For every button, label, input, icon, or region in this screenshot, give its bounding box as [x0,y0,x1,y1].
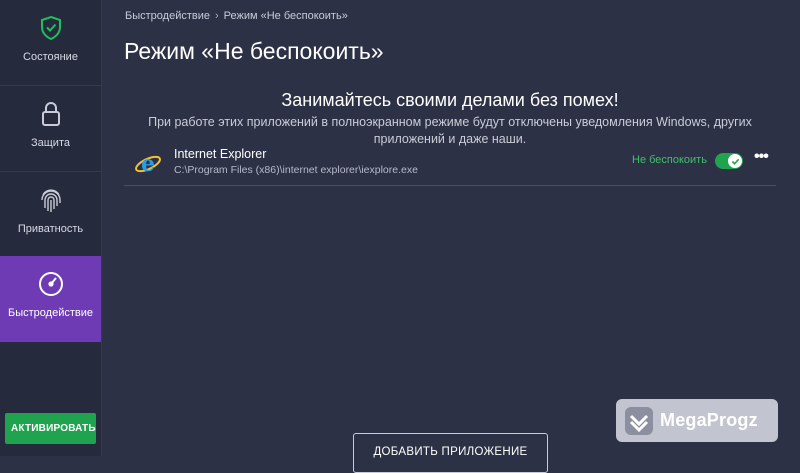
breadcrumb: Быстродействие › Режим «Не беспокоить» [125,10,348,22]
sidebar-item-performance[interactable]: Быстродействие [0,256,101,342]
svg-text:e: e [141,151,155,177]
lock-icon [37,100,65,128]
fingerprint-icon [37,186,65,214]
dnd-toggle[interactable] [715,153,743,169]
sidebar-item-label: Быстродействие [8,307,93,319]
sidebar-item-status[interactable]: Состояние [0,0,101,86]
add-app-button[interactable]: ДОБАВИТЬ ПРИЛОЖЕНИЕ [353,433,548,473]
check-icon [728,154,742,168]
page-title: Режим «Не беспокоить» [124,38,384,64]
shield-check-icon [37,14,65,42]
sidebar: Состояние Защита Приватность Быстродейст… [0,0,102,456]
sidebar-item-label: Защита [31,137,70,149]
sidebar-item-label: Приватность [17,223,84,235]
headline: Занимайтесь своими делами без помех! [281,90,619,110]
megaprogz-logo-icon [624,406,654,436]
watermark: MegaProgz [616,399,778,442]
speedometer-icon [37,270,65,298]
watermark-text: MegaProgz [660,410,758,430]
app-path: C:\Program Files (x86)\internet explorer… [174,164,418,176]
sidebar-item-privacy[interactable]: Приватность [0,172,101,258]
breadcrumb-parent-link[interactable]: Быстродействие [125,10,210,22]
sidebar-item-label: Состояние [23,51,78,63]
activate-button[interactable]: АКТИВИРОВАТЬ [5,413,96,444]
internet-explorer-icon: e [134,150,162,178]
breadcrumb-separator: › [214,10,219,22]
breadcrumb-current: Режим «Не беспокоить» [223,10,348,22]
more-options-button[interactable]: ••• [754,148,770,168]
sidebar-item-protection[interactable]: Защита [0,86,101,172]
app-name: Internet Explorer [174,147,267,161]
app-list-item: e Internet Explorer C:\Program Files (x8… [124,143,776,186]
dnd-status-label: Не беспокоить [632,154,707,166]
